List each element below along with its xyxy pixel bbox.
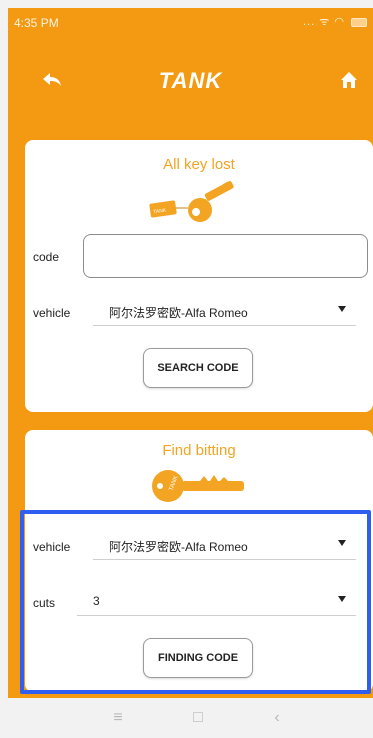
dropdown-caret-icon [338,596,346,602]
battery-icon [351,17,367,27]
finding-code-button[interactable]: FINDING CODE [143,638,253,678]
code-label: code [33,250,60,264]
vehicle-label: vehicle [33,306,71,320]
vehicle-label: vehicle [33,540,71,554]
app-screen: 4:35 PM ... ᯤ ◠ TANK All key lost TANK c… [8,8,373,698]
find-bitting-title: Find bitting [162,442,236,459]
find-bitting-card: Find bitting TANK vehicle 阿尔法罗密欧-Alfa Ro… [25,430,373,692]
home-icon[interactable] [339,70,359,90]
home-square-icon[interactable]: □ [183,706,213,730]
status-bar: 4:35 PM ... ᯤ ◠ [8,8,373,36]
status-icons: ... ᯤ ◠ [303,14,367,29]
status-time: 4:35 PM [14,16,59,30]
menu-icon[interactable]: ≡ [103,706,133,730]
car-key-icon: TANK [149,181,234,222]
cuts-select-value: 3 [93,594,100,608]
dropdown-caret-icon [338,540,346,546]
vehicle-select[interactable]: 阿尔法罗密欧-Alfa Romeo [93,296,356,326]
cuts-label: cuts [33,596,56,610]
vehicle-select[interactable]: 阿尔法罗密欧-Alfa Romeo [93,530,356,560]
all-key-lost-card: All key lost TANK code vehicle 阿尔法罗密欧-Al… [25,140,373,412]
home-icon-svg [341,72,357,88]
back-chevron-icon[interactable]: ‹ [262,706,292,730]
cuts-select[interactable]: 3 [77,586,356,616]
top-bar: TANK [8,60,373,100]
code-input[interactable] [83,234,368,278]
dropdown-caret-icon [338,306,346,312]
all-key-lost-title: All key lost [163,156,235,173]
app-title: TANK [158,68,223,93]
search-code-button[interactable]: SEARCH CODE [143,348,253,388]
key-blade-icon: TANK [152,470,244,502]
vehicle-select-value: 阿尔法罗密欧-Alfa Romeo [109,540,248,554]
vehicle-select-value: 阿尔法罗密欧-Alfa Romeo [109,306,248,320]
signal-wifi-icon: ... ᯤ ◠ [303,16,345,28]
system-nav-bar: ≡ □ ‹ [0,700,373,738]
